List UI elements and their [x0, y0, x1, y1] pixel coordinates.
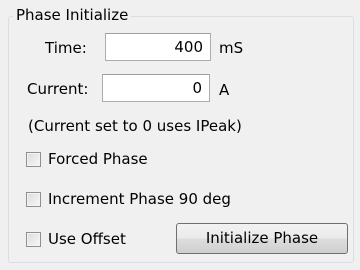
current-input[interactable]: 0: [102, 74, 210, 102]
groupbox-title: Phase Initialize: [13, 6, 132, 25]
forced-phase-label: Forced Phase: [48, 149, 148, 168]
time-label: Time:: [45, 39, 87, 57]
initialize-phase-button[interactable]: Initialize Phase: [176, 223, 348, 254]
current-unit: A: [219, 81, 230, 99]
forced-phase-checkbox[interactable]: [26, 151, 41, 167]
forced-phase-checkbox-row[interactable]: Forced Phase: [26, 149, 148, 169]
current-note: (Current set to 0 uses IPeak): [28, 117, 242, 135]
use-offset-checkbox[interactable]: [26, 231, 41, 247]
increment-phase-checkbox-row[interactable]: Increment Phase 90 deg: [26, 189, 231, 209]
time-unit: mS: [219, 39, 244, 57]
current-label: Current:: [27, 80, 89, 98]
increment-phase-label: Increment Phase 90 deg: [48, 189, 231, 208]
use-offset-label: Use Offset: [48, 229, 126, 248]
time-input[interactable]: 400: [105, 33, 211, 61]
increment-phase-checkbox[interactable]: [26, 191, 41, 207]
use-offset-checkbox-row[interactable]: Use Offset: [26, 229, 126, 249]
phase-initialize-panel: Phase Initialize Time: 400 mS Current: 0…: [0, 0, 360, 270]
